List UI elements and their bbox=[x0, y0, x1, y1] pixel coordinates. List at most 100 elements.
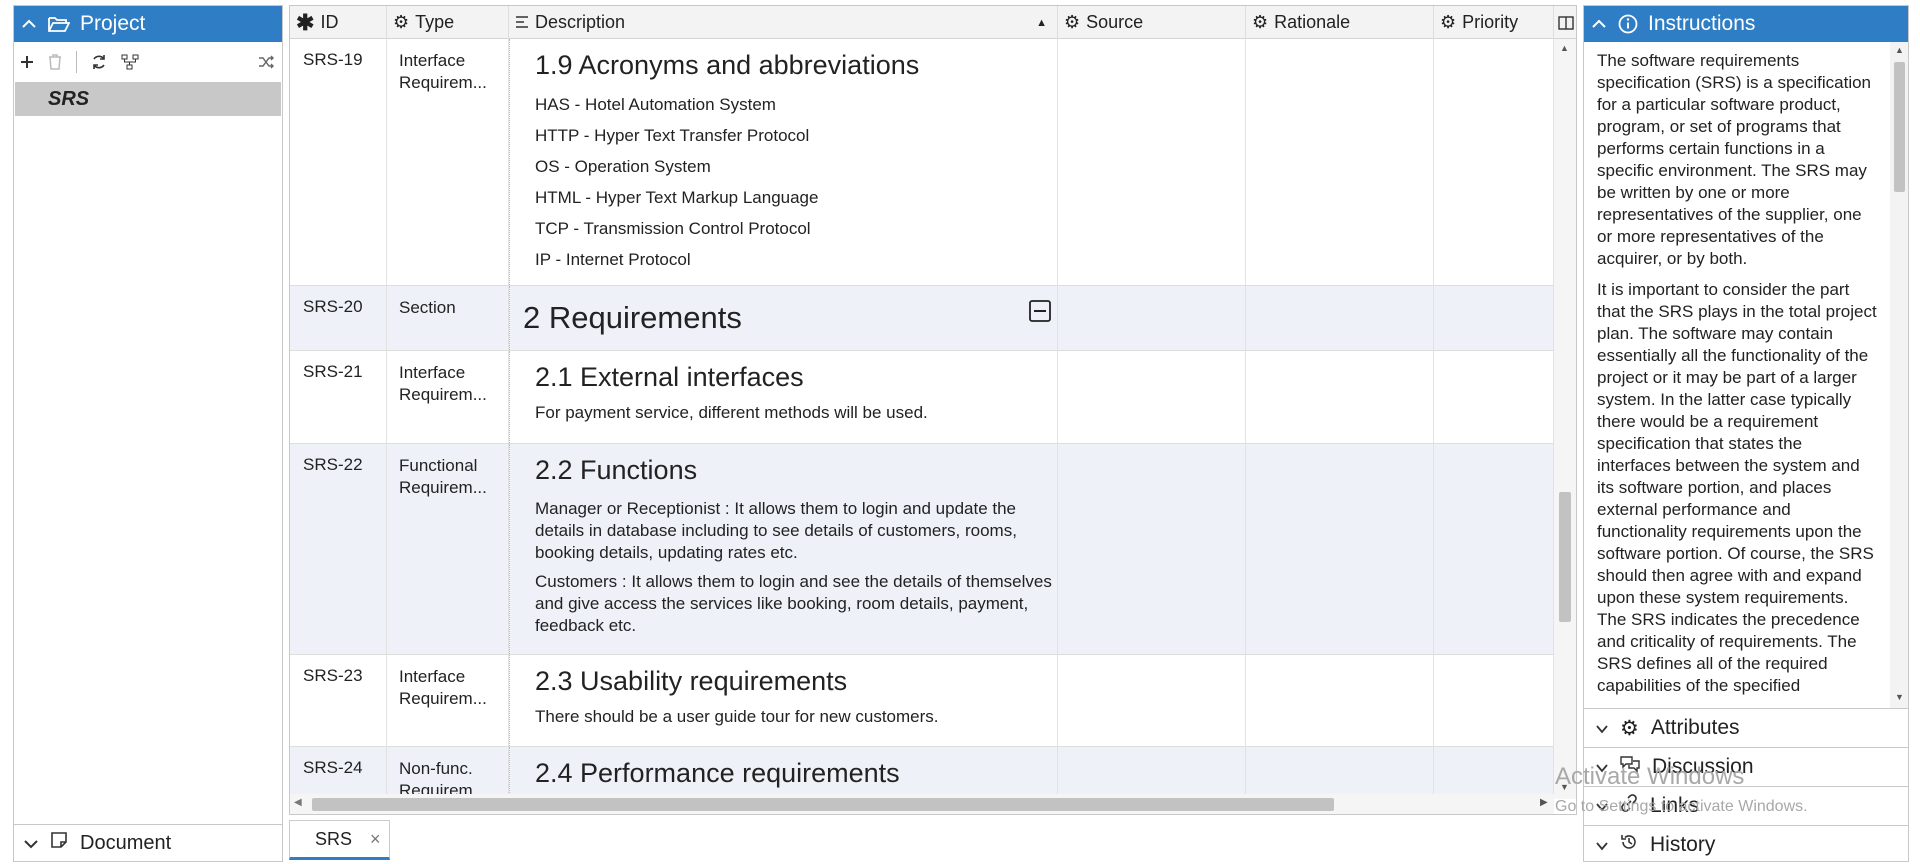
toolbar-separator bbox=[76, 51, 77, 73]
chevron-down-icon[interactable] bbox=[1596, 716, 1608, 740]
folder-open-icon bbox=[48, 15, 70, 33]
column-chooser-icon[interactable] bbox=[1554, 6, 1576, 39]
shuffle-icon[interactable] bbox=[258, 55, 274, 69]
gears-icon: ⚙ bbox=[1620, 716, 1639, 740]
scroll-right-arrow-icon[interactable]: ▶ bbox=[1540, 797, 1548, 808]
row-id: SRS-22 bbox=[290, 444, 387, 654]
row-source[interactable] bbox=[1058, 39, 1246, 285]
grid-header: ✱ ID ⚙ Type Description ▲ ⚙ Source ⚙ Rat… bbox=[290, 6, 1576, 39]
close-icon[interactable]: × bbox=[370, 829, 381, 850]
document-section-label: Document bbox=[80, 831, 172, 854]
table-row[interactable]: SRS-22 Functional Requirem... 2.2 Functi… bbox=[290, 444, 1554, 655]
horizontal-scroll-thumb[interactable] bbox=[312, 798, 1334, 811]
history-icon bbox=[1620, 833, 1638, 857]
column-header-priority[interactable]: ⚙ Priority bbox=[1434, 6, 1554, 39]
scroll-down-arrow-icon[interactable]: ▼ bbox=[1895, 692, 1904, 702]
column-header-id[interactable]: ✱ ID bbox=[290, 6, 387, 39]
row-priority[interactable] bbox=[1434, 655, 1554, 746]
instructions-scroll-thumb[interactable] bbox=[1894, 62, 1905, 192]
row-description[interactable]: 2.3 Usability requirements There should … bbox=[509, 655, 1058, 746]
vertical-scrollbar[interactable]: ▲ ▼ bbox=[1554, 39, 1576, 799]
collapse-icon[interactable] bbox=[1029, 300, 1051, 327]
hierarchy-icon[interactable] bbox=[121, 54, 139, 70]
section-label: Attributes bbox=[1650, 716, 1740, 739]
row-type: Section bbox=[387, 286, 509, 350]
row-id: SRS-20 bbox=[290, 286, 387, 350]
row-description[interactable]: 2.1 External interfaces For payment serv… bbox=[509, 351, 1058, 443]
row-paragraph: Manager or Receptionist : It allows them… bbox=[535, 499, 1017, 562]
table-row[interactable]: SRS-23 Interface Requirem... 2.3 Usabili… bbox=[290, 655, 1554, 747]
instructions-panel-header[interactable]: Instructions bbox=[1584, 6, 1908, 42]
list-item: OS - Operation System bbox=[535, 157, 711, 176]
column-header-rationale[interactable]: ⚙ Rationale bbox=[1246, 6, 1434, 39]
row-paragraph: Customers : It allows them to login and … bbox=[535, 572, 1052, 635]
row-source[interactable] bbox=[1058, 351, 1246, 443]
section-history[interactable]: History bbox=[1584, 825, 1908, 864]
instructions-paragraph: The software requirements specification … bbox=[1597, 51, 1872, 268]
column-header-source[interactable]: ⚙ Source bbox=[1058, 6, 1246, 39]
chevron-down-icon[interactable] bbox=[24, 832, 38, 855]
row-heading: 2.4 Performance requirements bbox=[535, 758, 900, 788]
vertical-scroll-thumb[interactable] bbox=[1559, 492, 1571, 622]
chevron-up-icon[interactable] bbox=[22, 16, 36, 32]
document-icon bbox=[50, 831, 68, 855]
row-heading: 2.1 External interfaces bbox=[535, 362, 804, 392]
refresh-icon[interactable] bbox=[91, 54, 107, 70]
table-row[interactable]: SRS-19 Interface Requirem... 1.9 Acronym… bbox=[290, 39, 1554, 286]
chevron-up-icon[interactable] bbox=[1592, 16, 1606, 32]
table-row[interactable]: SRS-20 Section 2 Requirements bbox=[290, 286, 1554, 351]
gear-icon: ⚙ bbox=[1440, 12, 1457, 32]
delete-icon[interactable] bbox=[48, 54, 62, 70]
row-type: Interface Requirem... bbox=[387, 655, 509, 746]
list-item: HAS - Hotel Automation System bbox=[535, 95, 776, 114]
section-label: History bbox=[1650, 833, 1716, 856]
instructions-scrollbar[interactable]: ▲ ▼ bbox=[1890, 42, 1908, 708]
scroll-up-arrow-icon[interactable]: ▲ bbox=[1560, 43, 1569, 53]
horizontal-scrollbar[interactable]: ◀ ▶ bbox=[290, 794, 1554, 814]
list-item: HTTP - Hyper Text Transfer Protocol bbox=[535, 126, 810, 145]
document-tabs: SRS × bbox=[289, 820, 1577, 862]
gear-icon: ⚙ bbox=[393, 12, 410, 32]
row-priority[interactable] bbox=[1434, 444, 1554, 654]
table-row[interactable]: SRS-21 Interface Requirem... 2.1 Externa… bbox=[290, 351, 1554, 444]
row-priority[interactable] bbox=[1434, 39, 1554, 285]
row-source[interactable] bbox=[1058, 655, 1246, 746]
row-source[interactable] bbox=[1058, 444, 1246, 654]
activate-windows-title: Activate Windows bbox=[1555, 763, 1745, 790]
scroll-left-arrow-icon[interactable]: ◀ bbox=[294, 797, 302, 808]
row-type: Functional Requirem... bbox=[387, 444, 509, 654]
add-icon[interactable] bbox=[20, 55, 34, 69]
project-panel-header[interactable]: Project bbox=[14, 6, 282, 42]
tree-item-srs[interactable]: SRS bbox=[15, 82, 281, 116]
row-description[interactable]: 2 Requirements bbox=[509, 286, 1058, 350]
instructions-panel: Instructions The software requirements s… bbox=[1583, 5, 1909, 862]
tab-srs[interactable]: SRS × bbox=[289, 820, 390, 860]
tab-label: SRS bbox=[315, 828, 353, 849]
gear-icon: ⚙ bbox=[1064, 12, 1081, 32]
row-description[interactable]: 1.9 Acronyms and abbreviations HAS - Hot… bbox=[509, 39, 1058, 285]
section-attributes[interactable]: ⚙ Attributes bbox=[1584, 708, 1908, 747]
document-section-header[interactable]: Document bbox=[14, 824, 282, 861]
row-id: SRS-23 bbox=[290, 655, 387, 746]
row-rationale[interactable] bbox=[1246, 39, 1434, 285]
row-source[interactable] bbox=[1058, 286, 1246, 350]
column-header-description[interactable]: Description ▲ bbox=[509, 6, 1058, 39]
row-rationale[interactable] bbox=[1246, 655, 1434, 746]
row-rationale[interactable] bbox=[1246, 444, 1434, 654]
row-priority[interactable] bbox=[1434, 351, 1554, 443]
text-align-icon bbox=[515, 12, 529, 33]
chevron-down-icon[interactable] bbox=[1596, 833, 1608, 857]
sort-ascending-icon[interactable]: ▲ bbox=[1036, 17, 1047, 29]
row-description[interactable]: 2.2 Functions Manager or Receptionist : … bbox=[509, 444, 1058, 654]
column-header-type[interactable]: ⚙ Type bbox=[387, 6, 509, 39]
list-item: TCP - Transmission Control Protocol bbox=[535, 219, 811, 238]
row-paragraph: There should be a user guide tour for ne… bbox=[535, 707, 939, 726]
instructions-paragraph: It is important to consider the part tha… bbox=[1597, 280, 1877, 695]
row-rationale[interactable] bbox=[1246, 351, 1434, 443]
row-id: SRS-19 bbox=[290, 39, 387, 285]
row-rationale[interactable] bbox=[1246, 286, 1434, 350]
instructions-text: The software requirements specification … bbox=[1584, 42, 1890, 708]
scroll-up-arrow-icon[interactable]: ▲ bbox=[1895, 45, 1904, 55]
project-panel: Project SRS Document bbox=[13, 5, 283, 862]
row-priority[interactable] bbox=[1434, 286, 1554, 350]
